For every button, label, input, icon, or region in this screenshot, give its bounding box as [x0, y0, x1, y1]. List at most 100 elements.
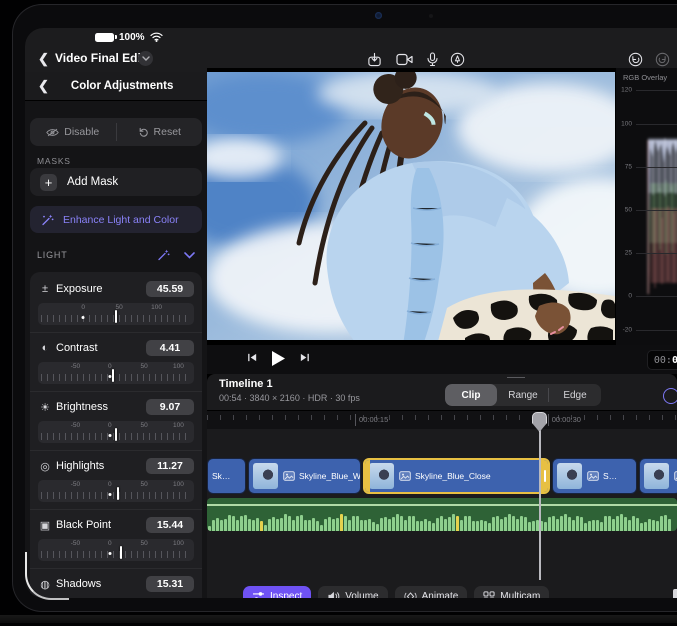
- waveform-bar: [472, 521, 475, 531]
- waveform-bar: [568, 517, 571, 532]
- timeline-clip-s-[interactable]: S…: [552, 458, 637, 494]
- playhead-handle[interactable]: [532, 412, 547, 432]
- undo-button[interactable]: [626, 50, 644, 68]
- project-title: Video Final Edit: [55, 51, 145, 65]
- waveform-bar: [348, 520, 351, 531]
- image-icon: [283, 471, 295, 481]
- waveform-bar: [448, 517, 451, 531]
- timeline-clip-sk-[interactable]: Sk…: [207, 458, 246, 494]
- mode-range[interactable]: Range: [497, 384, 549, 406]
- wifi-icon: [150, 32, 163, 42]
- inspect-button[interactable]: Inspect: [243, 586, 311, 598]
- waveform-bar: [500, 519, 503, 531]
- waveform-bar: [608, 516, 611, 531]
- waveform-bar: [648, 519, 651, 531]
- contrast-icon: ◐: [38, 342, 52, 354]
- waveform-bar: [260, 521, 263, 532]
- record-audio-button[interactable]: [423, 50, 441, 68]
- waveform-bar: [408, 516, 411, 531]
- clip-thumbnail: [557, 463, 582, 489]
- cutoff-control[interactable]: [673, 589, 677, 598]
- slider-cursor[interactable]: [120, 546, 122, 559]
- trim-handle-left[interactable]: [365, 460, 370, 492]
- scope-axis-label: 50: [616, 207, 632, 214]
- waveform-bar: [372, 522, 375, 531]
- waveform-bar: [360, 520, 363, 531]
- mode-clip[interactable]: Clip: [445, 384, 497, 406]
- waveform-bar: [248, 519, 251, 531]
- clip-name: Skyline_Blue_Wide: [299, 471, 361, 481]
- slider-ruler[interactable]: -50050100: [38, 539, 194, 561]
- light-section-label: LIGHT: [37, 250, 156, 260]
- waveform-bar: [280, 518, 283, 531]
- battery-icon: [95, 33, 114, 42]
- import-button[interactable]: [365, 50, 383, 68]
- enhance-light-color-button[interactable]: Enhance Light and Color: [30, 206, 202, 233]
- waveform-bar: [368, 519, 371, 531]
- scale-label: 50: [140, 540, 147, 547]
- back-button[interactable]: ❮: [38, 51, 49, 67]
- timeline-ruler[interactable]: 00:00:1500:00:30: [207, 410, 677, 429]
- mode-edge[interactable]: Edge: [549, 384, 601, 406]
- scope-waveform: [645, 88, 677, 338]
- skip-forward-button[interactable]: [299, 352, 310, 363]
- project-menu-button[interactable]: [138, 51, 153, 66]
- slider-cursor[interactable]: [117, 487, 119, 500]
- scale-label: -50: [71, 540, 80, 547]
- image-icon: [399, 471, 411, 481]
- panel-back-button[interactable]: ❮: [38, 78, 49, 94]
- slider-ruler[interactable]: -50050100: [38, 480, 194, 502]
- audio-track[interactable]: [207, 498, 677, 531]
- trim-handle-right[interactable]: [541, 460, 548, 492]
- slider-value[interactable]: 4.41: [146, 340, 194, 356]
- volume-button[interactable]: Volume: [318, 586, 387, 598]
- video-preview[interactable]: [207, 68, 615, 345]
- slider-value[interactable]: 45.59: [146, 281, 194, 297]
- scale-label: 0: [108, 422, 112, 429]
- slider-cursor[interactable]: [115, 310, 117, 323]
- timeline-clip-skyline-blue-close[interactable]: Skyline_Blue_Close: [363, 458, 550, 494]
- clips-track: Sk… Skyline_Blue_WideSkyline_Blue_CloseS…: [207, 458, 677, 494]
- slider-value[interactable]: 15.31: [146, 576, 194, 592]
- highlights-icon: ◎: [38, 460, 52, 473]
- waveform-bar: [292, 520, 295, 531]
- waveform-bar: [252, 520, 255, 531]
- slider-cursor[interactable]: [115, 428, 117, 441]
- slider-header: ◍ Shadows 15.31: [38, 574, 194, 594]
- ruler-timecode-label: 00:00:30: [548, 414, 581, 426]
- waveform-bar: [300, 515, 303, 531]
- slider-ruler[interactable]: -50050100: [38, 421, 194, 443]
- slider-cursor[interactable]: [112, 369, 114, 382]
- pencil-annotate-button[interactable]: [448, 50, 466, 68]
- reset-icon: [138, 127, 149, 138]
- animate-button[interactable]: Animate: [395, 586, 468, 598]
- play-button[interactable]: [271, 350, 286, 367]
- zero-marker: [108, 375, 111, 378]
- device-bottom-edge: [0, 615, 677, 623]
- timer-icon[interactable]: [663, 388, 677, 404]
- slider-ruler[interactable]: -50050100: [38, 362, 194, 384]
- collapse-section-icon[interactable]: [184, 252, 195, 259]
- record-video-button[interactable]: [395, 50, 413, 68]
- scope-axis-label: -20: [616, 327, 632, 334]
- timeline-clip[interactable]: [639, 458, 677, 494]
- redo-button[interactable]: [653, 50, 671, 68]
- slider-ruler[interactable]: 050100: [38, 303, 194, 325]
- multicam-button[interactable]: Multicam: [474, 586, 549, 598]
- slider-value[interactable]: 11.27: [146, 458, 194, 474]
- speaker-icon: [327, 591, 340, 598]
- scope-gridline: [636, 296, 677, 297]
- waveform-bar: [376, 524, 379, 531]
- disable-label: Disable: [64, 126, 99, 138]
- timeline-clip-skyline-blue-wide[interactable]: Skyline_Blue_Wide: [248, 458, 361, 494]
- auto-enhance-icon[interactable]: [156, 248, 170, 262]
- skip-back-button[interactable]: [247, 352, 258, 363]
- waveform-bar: [236, 520, 239, 531]
- scope-gridline: [636, 90, 677, 91]
- add-mask-button[interactable]: + Add Mask: [30, 168, 202, 196]
- reset-button[interactable]: Reset: [117, 118, 203, 146]
- waveform-bar: [600, 522, 603, 532]
- slider-value[interactable]: 9.07: [146, 399, 194, 415]
- disable-button[interactable]: Disable: [30, 118, 116, 146]
- slider-value[interactable]: 15.44: [146, 517, 194, 533]
